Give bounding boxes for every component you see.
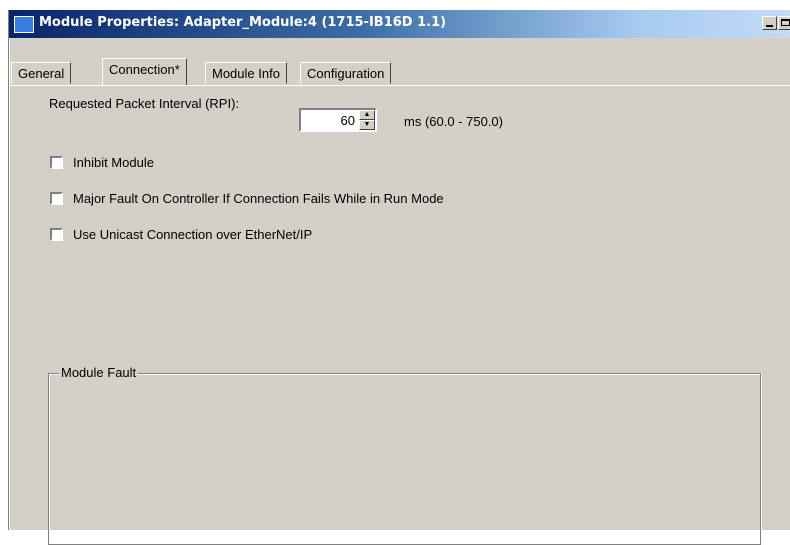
major-fault-checkbox[interactable] (50, 192, 63, 205)
module-fault-groupbox: Module Fault (48, 365, 761, 545)
spin-up-icon[interactable]: ▲ (359, 110, 375, 120)
title-bar[interactable]: Module Properties: Adapter_Module:4 (171… (9, 10, 790, 38)
inhibit-module-label[interactable]: Inhibit Module (73, 155, 154, 170)
module-fault-label: Module Fault (59, 365, 139, 380)
inhibit-module-checkbox[interactable] (50, 156, 63, 169)
maximize-button[interactable] (778, 16, 790, 30)
tab-divider (9, 85, 790, 86)
window-icon (14, 16, 34, 33)
connection-panel: Requested Packet Interval (RPI): 60 ▲ ▼ … (9, 86, 790, 545)
rpi-range: ms (60.0 - 750.0) (404, 114, 503, 129)
tab-module-info[interactable]: Module Info (205, 62, 287, 84)
rpi-label: Requested Packet Interval (RPI): (49, 96, 240, 111)
rpi-spin-buttons: ▲ ▼ (359, 110, 375, 130)
unicast-connection-label[interactable]: Use Unicast Connection over EtherNet/IP (73, 227, 312, 242)
module-properties-window: Module Properties: Adapter_Module:4 (171… (8, 10, 790, 545)
major-fault-label[interactable]: Major Fault On Controller If Connection … (73, 191, 444, 206)
rpi-value[interactable]: 60 (341, 113, 355, 128)
tab-configuration[interactable]: Configuration (300, 62, 392, 84)
tab-connection[interactable]: Connection* (102, 58, 187, 85)
unicast-connection-checkbox[interactable] (50, 228, 63, 241)
spin-down-icon[interactable]: ▼ (359, 120, 375, 130)
tab-strip: General Connection* Module Info Configur… (9, 40, 790, 85)
window-title: Module Properties: Adapter_Module:4 (171… (39, 15, 447, 30)
tab-general[interactable]: General (11, 62, 72, 84)
minimize-button[interactable] (762, 16, 777, 30)
rpi-spinbox[interactable]: 60 ▲ ▼ (299, 108, 377, 132)
